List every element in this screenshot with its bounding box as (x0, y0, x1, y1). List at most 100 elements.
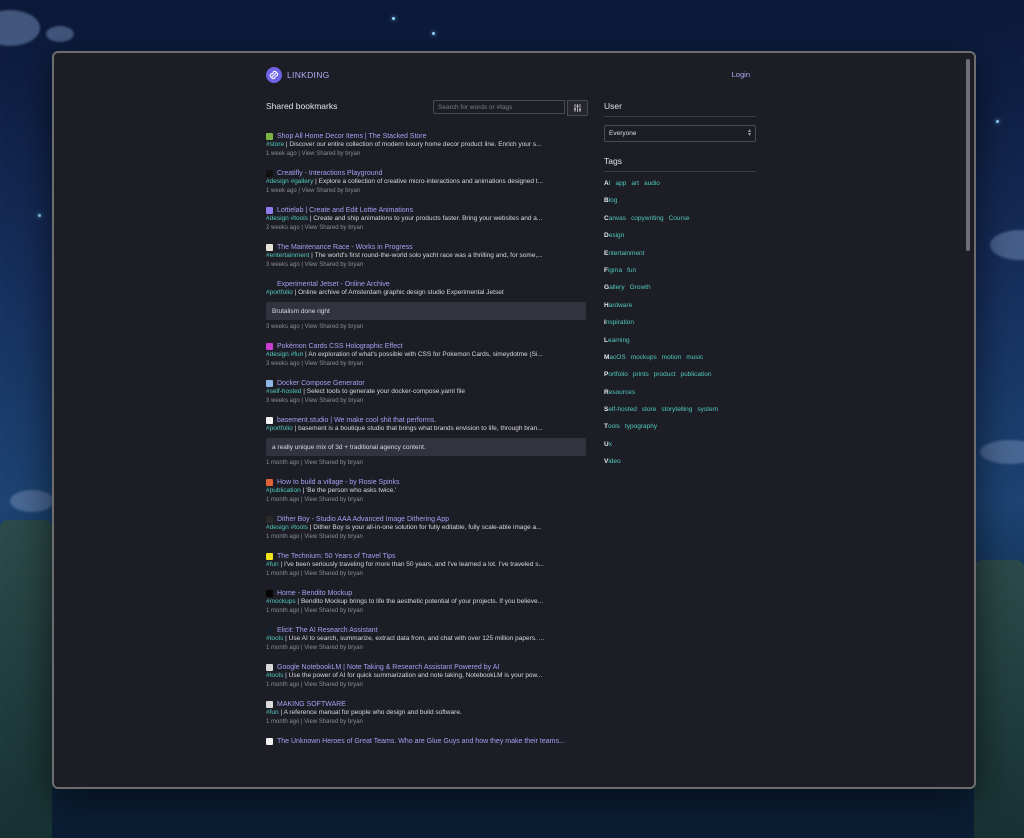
bookmark-title-link[interactable]: Shop All Home Decor Items | The Stacked … (266, 131, 586, 141)
shared-by[interactable]: Shared by bryan (319, 719, 363, 725)
tag-link[interactable]: system (697, 406, 718, 413)
filter-button[interactable] (567, 100, 588, 116)
shared-by[interactable]: Shared by bryan (319, 324, 363, 330)
tag-link[interactable]: product (654, 371, 676, 378)
tag-link[interactable]: storytelling (661, 406, 692, 413)
brand-name[interactable]: LINKDING (287, 70, 330, 80)
view-link[interactable]: View (304, 534, 317, 540)
tag-link[interactable]: prints (633, 371, 649, 378)
tag-link[interactable]: Canvas (604, 215, 626, 222)
view-link[interactable]: View (304, 608, 317, 614)
shared-by[interactable]: Shared by bryan (319, 262, 363, 268)
shared-by[interactable]: Shared by bryan (319, 534, 363, 540)
tag-link[interactable]: art (631, 180, 639, 187)
shared-by[interactable]: Shared by bryan (319, 571, 363, 577)
tag-link[interactable]: publication (680, 371, 711, 378)
tag-link[interactable]: Blog (604, 197, 617, 204)
tag-link[interactable]: app (616, 180, 627, 187)
view-link[interactable]: View (304, 682, 317, 688)
shared-by[interactable]: Shared by bryan (316, 188, 360, 194)
shared-by[interactable]: Shared by bryan (319, 682, 363, 688)
bookmark-tags[interactable]: #store (266, 141, 284, 148)
tag-link[interactable]: AI (604, 180, 611, 187)
bookmark-title-link[interactable]: basement.studio | We make cool shit that… (266, 415, 586, 425)
view-link[interactable]: View (305, 361, 318, 367)
tag-link[interactable]: fun (627, 267, 636, 274)
tag-link[interactable]: audio (644, 180, 660, 187)
tag-link[interactable]: Resources (604, 389, 635, 396)
tag-link[interactable]: Gallery (604, 284, 625, 291)
bookmark-tags[interactable]: #portfolio (266, 289, 293, 296)
shared-by[interactable]: Shared by bryan (319, 225, 363, 231)
bookmark-title-link[interactable]: Elicit: The AI Research Assistant (266, 625, 586, 635)
shared-by[interactable]: Shared by bryan (319, 497, 363, 503)
bookmark-tags[interactable]: #entertainment (266, 252, 309, 259)
bookmark-title-link[interactable]: Home - Bendito Mockup (266, 588, 586, 598)
tag-link[interactable]: Course (669, 215, 690, 222)
tag-link[interactable]: Learning (604, 337, 630, 344)
view-link[interactable]: View (305, 324, 318, 330)
tag-link[interactable]: music (686, 354, 703, 361)
tag-link[interactable]: MacOS (604, 354, 626, 361)
view-link[interactable]: View (305, 262, 318, 268)
bookmark-tags[interactable]: #design #fun (266, 351, 303, 358)
tag-link[interactable]: Portfolio (604, 371, 628, 378)
tag-link[interactable]: Entertainment (604, 250, 644, 257)
view-link[interactable]: View (304, 719, 317, 725)
bookmark-tags[interactable]: #publication (266, 487, 301, 494)
bookmark-tags[interactable]: #tools (266, 672, 283, 679)
tag-link[interactable]: Video (604, 458, 621, 465)
view-link[interactable]: View (302, 188, 315, 194)
tag-link[interactable]: motion (662, 354, 682, 361)
bookmark-title-link[interactable]: MAKING SOFTWARE (266, 699, 586, 709)
shared-by[interactable]: Shared by bryan (319, 398, 363, 404)
view-link[interactable]: View (304, 645, 317, 651)
view-link[interactable]: View (302, 151, 315, 157)
scrollbar[interactable] (966, 59, 970, 251)
view-link[interactable]: View (304, 497, 317, 503)
search-input[interactable] (433, 100, 565, 114)
shared-by[interactable]: Shared by bryan (316, 151, 360, 157)
bookmark-tags[interactable]: #design #tools (266, 524, 308, 531)
bookmark-title-link[interactable]: Docker Compose Generator (266, 378, 586, 388)
bookmark-title-link[interactable]: Pokémon Cards CSS Holographic Effect (266, 341, 586, 351)
tag-link[interactable]: Ux (604, 441, 612, 448)
tag-link[interactable]: typography (625, 423, 657, 430)
tag-link[interactable]: copywriting (631, 215, 664, 222)
view-link[interactable]: View (305, 225, 318, 231)
bookmark-title-link[interactable]: Google NotebookLM | Note Taking & Resear… (266, 662, 586, 672)
bookmark-title-link[interactable]: The Technium: 50 Years of Travel Tips (266, 551, 586, 561)
bookmark-tags[interactable]: #design #gallery (266, 178, 313, 185)
shared-by[interactable]: Shared by bryan (319, 460, 363, 466)
bookmark-title-link[interactable]: The Maintenance Race - Works in Progress (266, 242, 586, 252)
tag-link[interactable]: mockups (631, 354, 657, 361)
bookmark-title-link[interactable]: Dither Boy - Studio AAA Advanced Image D… (266, 514, 586, 524)
bookmark-title-link[interactable]: Creatifly - Interactions Playground (266, 168, 586, 178)
bookmark-tags[interactable]: #mockups (266, 598, 296, 605)
bookmark-title-link[interactable]: How to build a village - by Rosie Spinks (266, 477, 586, 487)
tag-link[interactable]: Tools (604, 423, 620, 430)
bookmark-tags[interactable]: #portfolio (266, 425, 293, 432)
tag-link[interactable]: Figma (604, 267, 622, 274)
shared-by[interactable]: Shared by bryan (319, 361, 363, 367)
view-link[interactable]: View (304, 571, 317, 577)
bookmark-title-link[interactable]: Experimental Jetset - Online Archive (266, 279, 586, 289)
bookmark-tags[interactable]: #design #tools (266, 215, 308, 222)
shared-by[interactable]: Shared by bryan (319, 645, 363, 651)
bookmark-tags[interactable]: #fun (266, 709, 279, 716)
bookmark-title-link[interactable]: Lottielab | Create and Edit Lottie Anima… (266, 205, 586, 215)
bookmark-tags[interactable]: #fun (266, 561, 279, 568)
tag-link[interactable]: Design (604, 232, 624, 239)
tag-link[interactable]: Growth (630, 284, 651, 291)
view-link[interactable]: View (305, 398, 318, 404)
tag-link[interactable]: store (642, 406, 656, 413)
linkding-logo-icon[interactable] (266, 67, 282, 83)
login-link[interactable]: Login (732, 70, 750, 79)
bookmark-tags[interactable]: #tools (266, 635, 283, 642)
bookmark-tags[interactable]: #self-hosted (266, 388, 301, 395)
tag-link[interactable]: Inspiration (604, 319, 634, 326)
shared-by[interactable]: Shared by bryan (319, 608, 363, 614)
tag-link[interactable]: Hardware (604, 302, 632, 309)
tag-link[interactable]: Self-hosted (604, 406, 637, 413)
user-select[interactable]: Everyone ▴ ▾ (604, 125, 756, 142)
